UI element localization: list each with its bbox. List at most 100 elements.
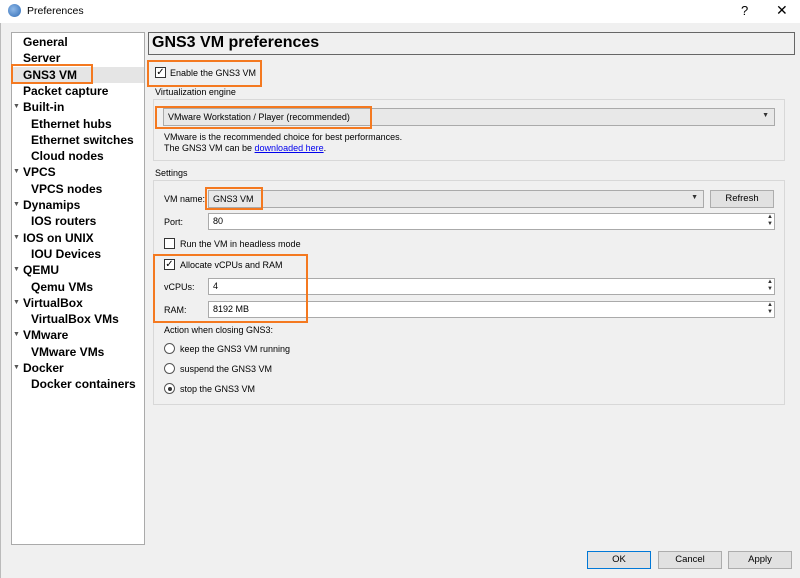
sidebar-item-ethernet-hubs[interactable]: Ethernet hubs <box>12 116 144 132</box>
sidebar-item-label: Cloud nodes <box>31 149 104 164</box>
cancel-button[interactable]: Cancel <box>658 551 722 569</box>
sidebar-item-label: Packet capture <box>23 83 109 98</box>
radio-stop[interactable] <box>164 383 175 394</box>
sidebar-item-label: Qemu VMs <box>31 279 94 294</box>
headless-checkbox[interactable] <box>164 238 175 249</box>
expand-arrow-icon[interactable]: ▼ <box>13 230 20 246</box>
vm-name-label: VM name: <box>164 194 206 204</box>
expand-arrow-icon[interactable]: ▼ <box>13 197 20 213</box>
sidebar-item-iou-devices[interactable]: IOU Devices <box>12 246 144 262</box>
engine-value: VMware Workstation / Player (recommended… <box>168 112 350 122</box>
enable-gns3vm-label: Enable the GNS3 VM <box>170 68 257 78</box>
download-prefix: The GNS3 VM can be <box>164 143 255 153</box>
port-label: Port: <box>164 217 184 227</box>
sidebar-item-vmware[interactable]: ▼ VMware <box>12 327 144 343</box>
sidebar-item-label: GNS3 VM <box>23 67 78 82</box>
preferences-tree[interactable]: General Server GNS3 VM Packet capture ▼ Built… <box>11 32 145 545</box>
settings-label: Settings <box>155 168 188 178</box>
vcpus-label: vCPUs: <box>164 282 195 292</box>
window-title: Preferences <box>27 5 84 17</box>
close-button[interactable]: ✕ <box>776 2 788 19</box>
sidebar-item-label: Docker <box>23 361 64 375</box>
sidebar-item-label: VirtualBox <box>23 295 83 310</box>
download-link[interactable]: downloaded here <box>255 143 324 153</box>
vcpus-spinbox[interactable]: 4 ▲ ▼ <box>208 278 775 295</box>
port-spinbox[interactable]: 80 ▲ ▼ <box>208 213 775 230</box>
sidebar-item-label: QEMU <box>23 263 59 278</box>
sidebar-item-label: Ethernet switches <box>31 132 134 147</box>
expand-arrow-icon[interactable]: ▼ <box>13 164 20 180</box>
ram-value: 8192 MB <box>213 304 250 314</box>
stop-label: stop the GNS3 VM <box>180 384 256 394</box>
spin-arrows-icon: ▲ ▼ <box>767 302 773 315</box>
sidebar-item-qemu[interactable]: ▼ QEMU <box>12 262 144 278</box>
check-icon: ✓ <box>165 259 174 270</box>
vm-name-value: GNS3 VM <box>213 194 254 204</box>
suspend-label: suspend the GNS3 VM <box>180 364 273 374</box>
sidebar-item-label: VPCS <box>23 165 56 180</box>
expand-arrow-icon[interactable]: ▼ <box>13 99 20 115</box>
expand-arrow-icon[interactable]: ▼ <box>13 262 20 278</box>
allocate-checkbox[interactable]: ✓ <box>164 259 175 270</box>
sidebar-item-general[interactable]: General <box>12 34 144 50</box>
allocate-label: Allocate vCPUs and RAM <box>180 260 283 270</box>
sidebar-item-label: VPCS nodes <box>31 181 103 196</box>
radio-keep-running[interactable] <box>164 343 175 354</box>
expand-arrow-icon[interactable]: ▼ <box>13 327 20 343</box>
sidebar-item-server[interactable]: Server <box>12 50 144 66</box>
sidebar-item-ios-on-unix[interactable]: ▼ IOS on UNIX <box>12 230 144 246</box>
sidebar-item-gns3-vm[interactable]: GNS3 VM <box>12 66 144 83</box>
apply-button[interactable]: Apply <box>728 551 792 569</box>
ok-button[interactable]: OK <box>587 551 651 569</box>
sidebar-item-docker[interactable]: ▼ Docker <box>12 360 144 376</box>
expand-arrow-icon[interactable]: ▼ <box>13 295 20 311</box>
spin-arrows-icon: ▲ ▼ <box>767 214 773 227</box>
sidebar-item-label: IOU Devices <box>31 246 102 261</box>
title-bar: Preferences ? ✕ <box>0 0 800 23</box>
engine-download-text: The GNS3 VM can be downloaded here. <box>164 143 326 153</box>
sidebar-item-label: Dynamips <box>23 198 81 212</box>
expand-arrow-icon[interactable]: ▼ <box>13 360 20 376</box>
sidebar-item-virtualbox[interactable]: ▼ VirtualBox <box>12 295 144 311</box>
sidebar-item-label: IOS routers <box>31 214 97 229</box>
ram-label: RAM: <box>164 305 187 315</box>
sidebar-item-label: VirtualBox VMs <box>31 312 119 327</box>
sidebar-item-vmware-vms[interactable]: VMware VMs <box>12 344 144 360</box>
sidebar-item-built-in[interactable]: ▼ Built-in <box>12 99 144 115</box>
sidebar-item-virtualbox-vms[interactable]: VirtualBox VMs <box>12 311 144 327</box>
sidebar-item-label: Built-in <box>23 100 65 115</box>
sidebar-item-docker-containers[interactable]: Docker containers <box>12 376 144 392</box>
chevron-down-icon: ▼ <box>762 112 769 119</box>
sidebar-item-ethernet-switches[interactable]: Ethernet switches <box>12 132 144 148</box>
enable-gns3vm-checkbox[interactable]: ✓ <box>155 67 166 78</box>
sidebar-item-vpcs[interactable]: ▼ VPCS <box>12 164 144 180</box>
vm-name-select[interactable]: GNS3 VM ▼ <box>208 190 704 208</box>
check-icon: ✓ <box>156 67 165 78</box>
sidebar-item-cloud-nodes[interactable]: Cloud nodes <box>12 148 144 164</box>
port-value: 80 <box>213 216 224 226</box>
sidebar-item-qemu-vms[interactable]: Qemu VMs <box>12 279 144 295</box>
help-button[interactable]: ? <box>741 3 748 18</box>
sidebar-item-label: IOS on UNIX <box>23 230 94 245</box>
keep-running-label: keep the GNS3 VM running <box>180 344 291 354</box>
engine-description: VMware is the recommended choice for bes… <box>164 132 403 142</box>
sidebar-item-label: VMware VMs <box>31 344 105 359</box>
download-suffix: . <box>323 143 327 153</box>
sidebar-item-dynamips[interactable]: ▼ Dynamips <box>12 197 144 213</box>
sidebar-item-ios-routers[interactable]: IOS routers <box>12 213 144 229</box>
engine-select[interactable]: VMware Workstation / Player (recommended… <box>163 108 775 126</box>
radio-suspend[interactable] <box>164 363 175 374</box>
action-label: Action when closing GNS3: <box>164 325 274 335</box>
sidebar-item-label: Ethernet hubs <box>31 116 112 131</box>
virtualization-engine-label: Virtualization engine <box>155 87 236 97</box>
ram-spinbox[interactable]: 8192 MB ▲ ▼ <box>208 301 775 318</box>
headless-label: Run the VM in headless mode <box>180 239 301 249</box>
page-title: GNS3 VM preferences <box>148 32 795 55</box>
chevron-down-icon: ▼ <box>691 194 698 201</box>
sidebar-item-packet-capture[interactable]: Packet capture <box>12 83 144 99</box>
vcpus-value: 4 <box>213 281 219 291</box>
app-icon <box>8 4 21 17</box>
sidebar-item-vpcs-nodes[interactable]: VPCS nodes <box>12 181 144 197</box>
sidebar-item-label: VMware <box>23 328 69 343</box>
refresh-button[interactable]: Refresh <box>710 190 774 208</box>
